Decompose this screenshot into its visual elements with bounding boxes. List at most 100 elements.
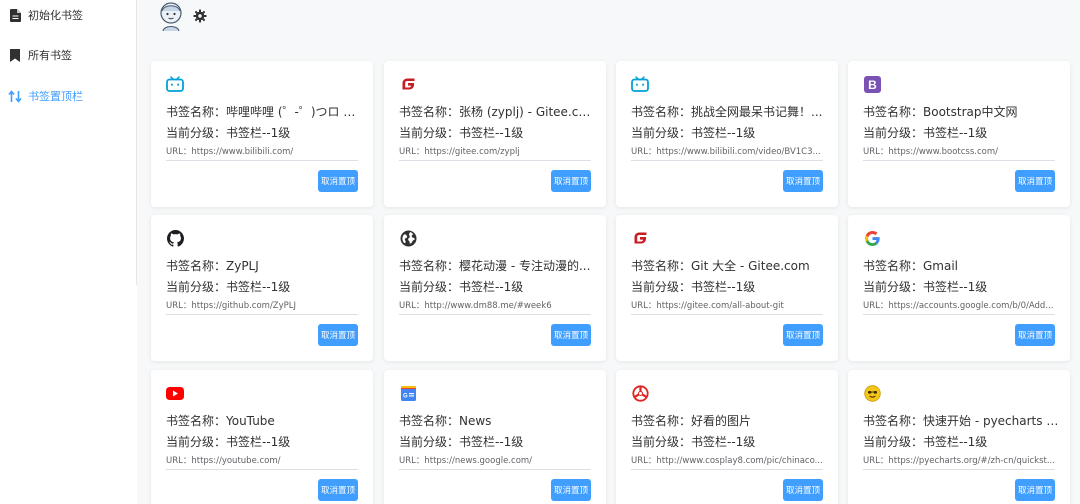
divider [166, 314, 358, 315]
bookmark-url: URL：https://gitee.com/zyplj [399, 147, 520, 157]
bookmark-card: G 书签名称：News 当前分级：书签栏--1级 URL：https://new… [384, 370, 606, 504]
bookmark-url: URL：https://youtube.com/ [166, 456, 281, 466]
bootstrap-icon: B [863, 75, 881, 93]
bookmark-level: 当前分级：书签栏--1级 [631, 126, 756, 140]
divider [863, 314, 1055, 315]
youtube-icon [166, 384, 184, 402]
bookmark-card: B 书签名称：Bootstrap中文网 当前分级：书签栏--1级 URL：htt… [848, 61, 1070, 207]
gear-icon[interactable] [193, 8, 207, 23]
divider [399, 314, 591, 315]
bookmark-level: 当前分级：书签栏--1级 [399, 435, 524, 449]
bookmark-icon [8, 48, 22, 62]
bookmark-level: 当前分级：书签栏--1级 [166, 435, 291, 449]
unpin-button[interactable]: 取消置顶 [783, 170, 823, 192]
unpin-button[interactable]: 取消置顶 [783, 324, 823, 346]
bookmark-card: 书签名称：Gmail 当前分级：书签栏--1级 URL：https://acco… [848, 215, 1070, 361]
sidebar-item-pinned-bookmarks[interactable]: 书签置顶栏 [0, 81, 136, 111]
sidebar-item-init-bookmarks[interactable]: 初始化书签 [0, 0, 136, 30]
gitee-icon [399, 75, 417, 93]
divider [166, 469, 358, 470]
cosplay-icon [631, 384, 649, 402]
bookmark-url: URL：https://www.bootcss.com/ [863, 147, 998, 157]
svg-text:B: B [868, 78, 877, 92]
bookmark-card: 书签名称：张杨 (zyplj) - Gitee.com 当前分级：书签栏--1级… [384, 61, 606, 207]
unpin-button[interactable]: 取消置顶 [1015, 324, 1055, 346]
file-icon [8, 8, 22, 22]
bookmark-url: URL：http://www.cosplay8.com/pic/chinaco.… [631, 456, 823, 466]
unpin-button[interactable]: 取消置顶 [551, 479, 591, 501]
bookmark-url: URL：https://www.bilibili.com/ [166, 147, 294, 157]
gitee-icon [631, 229, 649, 247]
bookmark-name: 书签名称：快速开始 - pyecharts - ... [863, 414, 1059, 428]
bookmark-url: URL：http://www.dm88.me/#week6 [399, 301, 552, 311]
sort-arrows-icon [8, 89, 22, 103]
bookmark-name: 书签名称：挑战全网最呆书记舞！... [631, 105, 823, 119]
bilibili-icon [631, 75, 649, 93]
bookmark-name: 书签名称：哔哩哔哩 (゜-゜)つロ 干杯~-bilibili [166, 105, 362, 119]
bookmark-level: 当前分级：书签栏--1级 [399, 126, 524, 140]
bookmark-url: URL：https://accounts.google.com/b/0/Add.… [863, 301, 1054, 311]
bookmark-name: 书签名称：ZyPLJ [166, 259, 259, 273]
unpin-button[interactable]: 取消置顶 [318, 170, 358, 192]
sidebar-item-label: 初始化书签 [28, 9, 83, 22]
divider [631, 314, 823, 315]
bookmark-url: URL：https://pyecharts.org/#/zh-cn/quicks… [863, 456, 1055, 466]
bookmark-card: 书签名称：挑战全网最呆书记舞！... 当前分级：书签栏--1级 URL：http… [616, 61, 838, 207]
bookmark-url: URL：https://news.google.com/ [399, 456, 533, 466]
google-icon [863, 229, 881, 247]
unpin-button[interactable]: 取消置顶 [318, 324, 358, 346]
bookmark-level: 当前分级：书签栏--1级 [631, 435, 756, 449]
pyecharts-icon [863, 384, 881, 402]
bookmark-card: 书签名称：Git 大全 - Gitee.com 当前分级：书签栏--1级 URL… [616, 215, 838, 361]
bookmark-url: URL：https://www.bilibili.com/video/BV1C3… [631, 147, 821, 157]
bookmark-level: 当前分级：书签栏--1级 [863, 126, 988, 140]
bookmark-card: 书签名称：好看的图片 当前分级：书签栏--1级 URL：http://www.c… [616, 370, 838, 504]
bookmark-name: 书签名称：樱花动漫 - 专注动漫的... [399, 259, 591, 273]
svg-text:G: G [402, 393, 407, 399]
github-icon [166, 229, 184, 247]
bookmark-name: 书签名称：Bootstrap中文网 [863, 105, 1018, 119]
bookmark-grid: 书签名称：哔哩哔哩 (゜-゜)つロ 干杯~-bilibili 当前分级：书签栏-… [151, 61, 1071, 504]
unpin-button[interactable]: 取消置顶 [783, 479, 823, 501]
bookmark-name: 书签名称：YouTube [166, 414, 275, 428]
unpin-button[interactable]: 取消置顶 [318, 479, 358, 501]
bookmark-name: 书签名称：Gmail [863, 259, 959, 273]
bookmark-card: 书签名称：YouTube 当前分级：书签栏--1级 URL：https://yo… [151, 370, 373, 504]
divider [631, 160, 823, 161]
top-bar [137, 0, 1080, 44]
bookmark-level: 当前分级：书签栏--1级 [631, 280, 756, 294]
divider [863, 469, 1055, 470]
globe-icon [399, 229, 417, 247]
bookmark-level: 当前分级：书签栏--1级 [863, 280, 988, 294]
bookmark-card: 书签名称：樱花动漫 - 专注动漫的... 当前分级：书签栏--1级 URL：ht… [384, 215, 606, 361]
divider [631, 469, 823, 470]
bookmark-level: 当前分级：书签栏--1级 [166, 126, 291, 140]
bookmark-card: 书签名称：快速开始 - pyecharts - ... 当前分级：书签栏--1级… [848, 370, 1070, 504]
divider [863, 160, 1055, 161]
sidebar-item-all-bookmarks[interactable]: 所有书签 [0, 40, 136, 70]
unpin-button[interactable]: 取消置顶 [1015, 170, 1055, 192]
bookmark-card: 书签名称：哔哩哔哩 (゜-゜)つロ 干杯~-bilibili 当前分级：书签栏-… [151, 61, 373, 207]
bookmark-name: 书签名称：张杨 (zyplj) - Gitee.com [399, 105, 595, 119]
unpin-button[interactable]: 取消置顶 [551, 324, 591, 346]
sidebar-item-label: 所有书签 [28, 49, 72, 62]
google-news-icon: G [399, 384, 417, 402]
divider [399, 469, 591, 470]
bookmark-url: URL：https://github.com/ZyPLJ [166, 301, 297, 311]
bookmark-url: URL：https://gitee.com/all-about-git [631, 301, 784, 311]
bookmark-level: 当前分级：书签栏--1级 [166, 280, 291, 294]
divider [166, 160, 358, 161]
bookmark-name: 书签名称：Git 大全 - Gitee.com [631, 259, 810, 273]
avatar[interactable] [157, 0, 185, 32]
bookmark-name: 书签名称：News [399, 414, 492, 428]
unpin-button[interactable]: 取消置顶 [1015, 479, 1055, 501]
bookmark-card: 书签名称：ZyPLJ 当前分级：书签栏--1级 URL：https://gith… [151, 215, 373, 361]
unpin-button[interactable]: 取消置顶 [551, 170, 591, 192]
sidebar: 初始化书签 所有书签 书签置顶栏 [0, 0, 137, 504]
bookmark-name: 书签名称：好看的图片 [631, 414, 752, 428]
bookmark-level: 当前分级：书签栏--1级 [399, 280, 524, 294]
divider [399, 160, 591, 161]
bookmark-level: 当前分级：书签栏--1级 [863, 435, 988, 449]
sidebar-item-label: 书签置顶栏 [28, 90, 83, 103]
bilibili-icon [166, 75, 184, 93]
